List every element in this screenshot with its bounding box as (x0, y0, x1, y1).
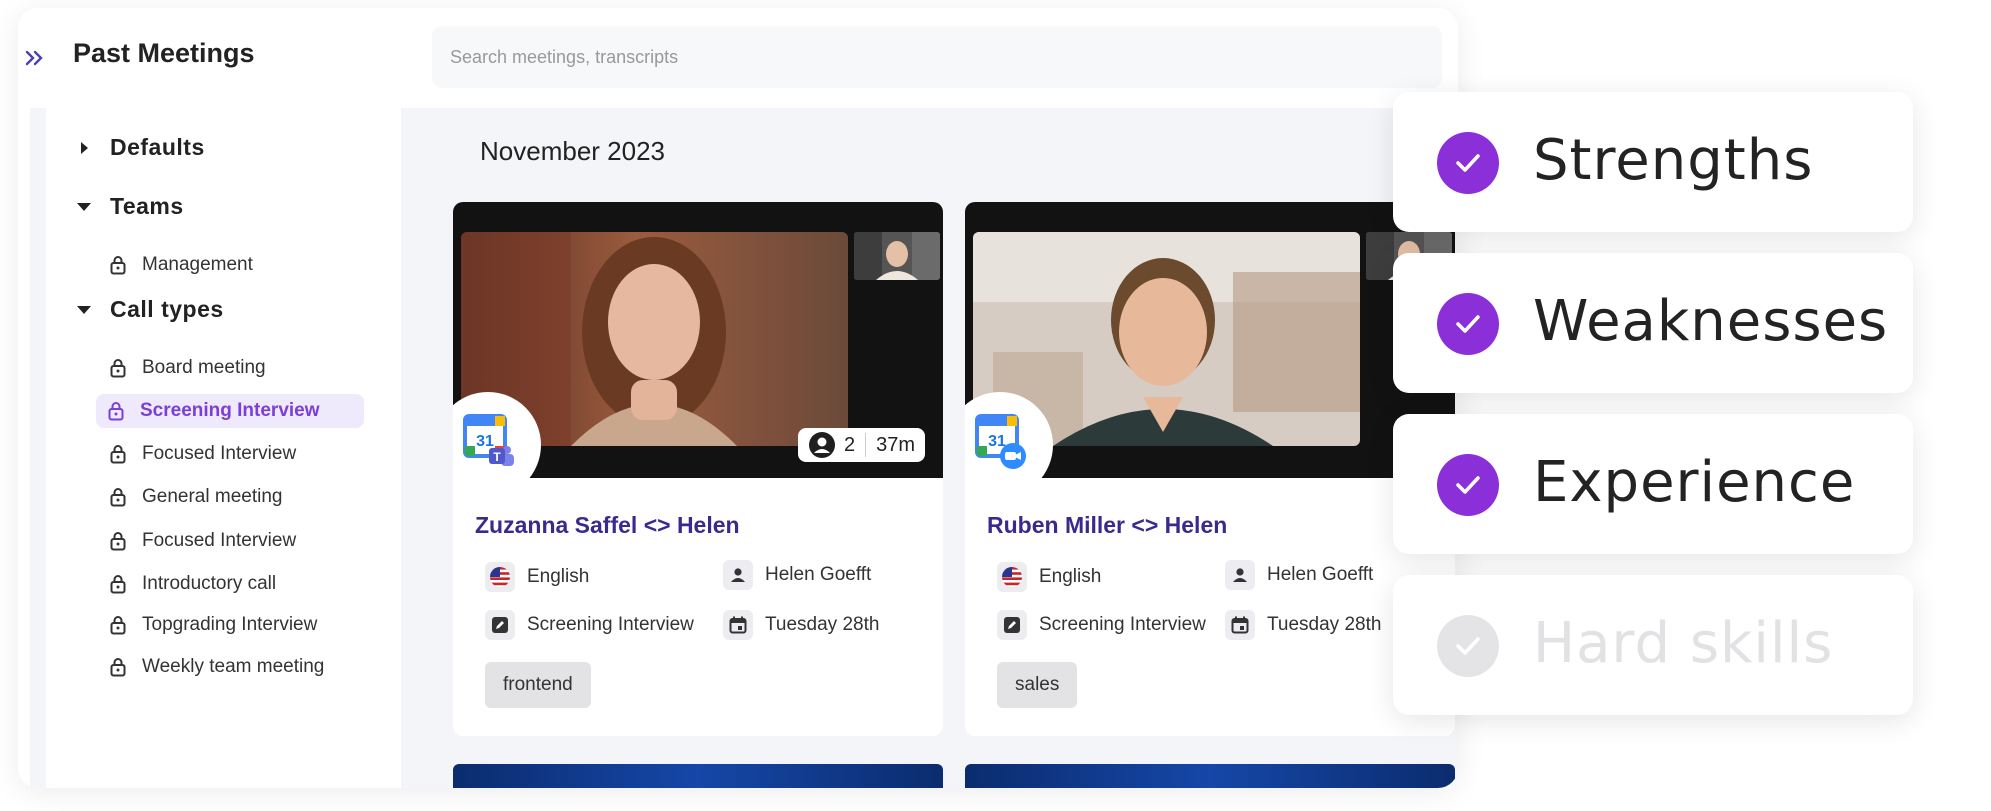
meeting-stats: 2 37m (797, 428, 925, 462)
participant-count: 2 (843, 433, 856, 456)
section-call-types[interactable]: Call types (76, 296, 224, 323)
meeting-call-type: Screening Interview (997, 610, 1206, 640)
meeting-host: Helen Goefft (723, 560, 871, 590)
sidebar-item-topgrading-interview[interactable]: Topgrading Interview (98, 608, 366, 642)
sidebar-item-label: General meeting (142, 486, 283, 507)
us-flag-icon (997, 562, 1027, 592)
meeting-card[interactable]: 31 Ruben Miller <> Helen English Helen G… (965, 202, 1455, 736)
sidebar: Defaults Teams Management Call types Boa… (46, 108, 401, 788)
edit-note-icon (485, 610, 515, 640)
double-chevron-right-icon[interactable] (22, 44, 48, 72)
lock-icon (110, 575, 126, 594)
duration: 37m (876, 433, 915, 456)
lock-icon (110, 256, 126, 275)
feature-label: Hard skills (1533, 611, 1834, 676)
lock-icon (110, 658, 126, 677)
person-icon (723, 560, 753, 590)
sidebar-item-general-meeting[interactable]: General meeting (98, 480, 366, 514)
svg-text:T: T (493, 450, 501, 464)
person-icon (1225, 560, 1255, 590)
sidebar-item-screening-interview[interactable]: Screening Interview (96, 394, 364, 428)
sidebar-item-focused-interview-2[interactable]: Focused Interview (98, 524, 366, 558)
lock-icon (110, 445, 126, 464)
feature-label: Weaknesses (1533, 289, 1889, 354)
section-label: Call types (110, 296, 224, 322)
meeting-language: English (485, 562, 589, 592)
sidebar-item-label: Weekly team meeting (142, 656, 325, 677)
sidebar-item-label: Board meeting (142, 357, 266, 378)
sidebar-item-label: Introductory call (142, 573, 277, 594)
feature-label: Experience (1533, 450, 1856, 515)
caret-down-icon (77, 202, 91, 211)
check-circle-icon (1437, 132, 1499, 194)
meeting-tag[interactable]: frontend (485, 662, 591, 708)
section-label: Defaults (110, 134, 205, 160)
user-circle-icon (808, 432, 835, 458)
lock-icon (110, 359, 126, 378)
meeting-call-type: Screening Interview (485, 610, 694, 640)
lock-icon (110, 616, 126, 635)
sidebar-item-management[interactable]: Management (98, 248, 366, 282)
sidebar-item-label: Focused Interview (142, 530, 297, 551)
check-circle-icon (1437, 615, 1499, 677)
feature-card-hard-skills: Hard skills (1393, 575, 1913, 715)
search-input[interactable] (432, 26, 1442, 88)
check-circle-icon (1437, 293, 1499, 355)
section-label: Teams (110, 193, 184, 219)
main-content: November 2023 2 37m 31 T Zuzanna Saffel … (420, 108, 1458, 788)
teams-icon: T (489, 446, 514, 466)
feature-card-experience: Experience (1393, 414, 1913, 554)
lock-icon (110, 532, 126, 551)
caret-right-icon (81, 141, 88, 154)
feature-card-strengths: Strengths (1393, 92, 1913, 232)
page-title: Past Meetings (73, 38, 255, 68)
meeting-tag[interactable]: sales (997, 662, 1078, 708)
feature-label: Strengths (1533, 128, 1814, 193)
section-teams[interactable]: Teams (76, 193, 184, 220)
month-heading: November 2023 (480, 136, 665, 166)
meeting-title[interactable]: Zuzanna Saffel <> Helen (475, 512, 740, 539)
sidebar-item-label: Screening Interview (140, 400, 320, 421)
us-flag-icon (485, 562, 515, 592)
sidebar-item-label: Management (142, 254, 253, 275)
meeting-card[interactable]: 2 37m 31 T Zuzanna Saffel <> Helen Engli… (453, 202, 943, 736)
edit-note-icon (997, 610, 1027, 640)
meeting-card-preview[interactable] (965, 764, 1455, 788)
caret-down-icon (77, 305, 91, 314)
sidebar-container: Defaults Teams Management Call types Boa… (30, 108, 420, 788)
meeting-card-preview[interactable] (453, 764, 943, 788)
calendar-icon (1225, 610, 1255, 640)
sidebar-item-label: Topgrading Interview (142, 614, 318, 635)
app-window: Past Meetings Defaults Teams Management … (18, 8, 1458, 788)
meeting-host: Helen Goefft (1225, 560, 1373, 590)
meeting-title[interactable]: Ruben Miller <> Helen (987, 512, 1227, 539)
feature-card-weaknesses: Weaknesses (1393, 253, 1913, 393)
lock-icon (108, 402, 124, 421)
calendar-icon (723, 610, 753, 640)
meeting-date: Tuesday 28th (723, 610, 879, 640)
sidebar-item-label: Focused Interview (142, 443, 297, 464)
top-bar: Past Meetings (18, 8, 1458, 108)
zoom-icon (1000, 443, 1026, 469)
sidebar-item-board-meeting[interactable]: Board meeting (98, 351, 366, 385)
check-circle-icon (1437, 454, 1499, 516)
sidebar-item-introductory-call[interactable]: Introductory call (98, 567, 366, 601)
section-defaults[interactable]: Defaults (76, 134, 205, 161)
video-thumbnail-image (854, 232, 940, 280)
sidebar-item-focused-interview[interactable]: Focused Interview (98, 437, 366, 471)
meeting-date: Tuesday 28th (1225, 610, 1381, 640)
lock-icon (110, 488, 126, 507)
meeting-language: English (997, 562, 1101, 592)
sidebar-item-weekly-team-meeting[interactable]: Weekly team meeting (98, 650, 366, 684)
